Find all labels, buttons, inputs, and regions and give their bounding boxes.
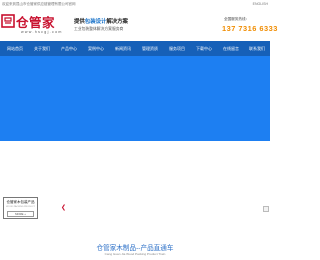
nav-item-services[interactable]: 服务项目 xyxy=(163,41,191,56)
product-category-box[interactable]: 仓管家木包装产品 WOOD PACKING PRODUCT MORE + xyxy=(3,197,38,219)
nav-item-downloads[interactable]: 下载中心 xyxy=(190,41,218,56)
nav-item-home[interactable]: 网站首页 xyxy=(1,41,29,56)
nav-item-message[interactable]: 在线留言 xyxy=(217,41,245,56)
logo-url: www.hscgj.com xyxy=(21,30,63,34)
site-header: 仓管家 www.hscgj.com 提供包装设计解决方案 工业包装整体解决方案服… xyxy=(0,9,277,41)
nav-item-products[interactable]: 产品中心 xyxy=(55,41,83,56)
more-button[interactable]: MORE + xyxy=(7,211,34,217)
section-subtitle: Cang Guan Jia Wood Packing Product Train xyxy=(104,252,166,256)
section-title: 仓管家木制品--产品直通车 xyxy=(96,245,174,252)
hotline-label: 全国服务热线： xyxy=(224,17,250,21)
product-category-subtitle: WOOD PACKING PRODUCT xyxy=(6,205,35,208)
slogan-main: 提供包装设计解决方案 xyxy=(74,17,128,25)
main-nav: 网站首页 关于我们 产品中心 案例中心 新闻资讯 管理资质 服务项目 下载中心 … xyxy=(0,41,270,56)
carousel-prev-icon[interactable]: ❮ xyxy=(61,205,66,211)
slogan-prefix: 提供 xyxy=(74,19,85,25)
logo-mark-icon xyxy=(1,14,15,28)
hero-banner[interactable] xyxy=(0,56,270,141)
nav-item-qualification[interactable]: 管理资质 xyxy=(136,41,164,56)
site-logo[interactable]: 仓管家 www.hscgj.com xyxy=(1,12,69,38)
nav-item-news[interactable]: 新闻资讯 xyxy=(109,41,137,56)
logo-name: 仓管家 xyxy=(16,15,56,30)
welcome-text: 欢迎来到昆山市仓管家供应链管理有限公司官网 xyxy=(2,2,76,6)
slogan-subtitle: 工业包装整体解决方案服务商 xyxy=(74,27,124,31)
hotline: 全国服务热线： 137 7316 6333 xyxy=(222,17,277,33)
carousel-next-icon[interactable] xyxy=(263,206,269,212)
nav-item-cases[interactable]: 案例中心 xyxy=(82,41,110,56)
nav-item-contact[interactable]: 联系我们 xyxy=(243,41,271,56)
hotline-phone[interactable]: 137 7316 6333 xyxy=(222,24,277,33)
product-category-title: 仓管家木包装产品 xyxy=(6,200,35,204)
top-bar: 欢迎来到昆山市仓管家供应链管理有限公司官网 ENGLISH xyxy=(0,0,270,9)
slogan-highlight: 包装设计 xyxy=(84,19,107,25)
nav-item-about[interactable]: 关于我们 xyxy=(28,41,56,56)
english-link[interactable]: ENGLISH xyxy=(253,0,268,9)
slogan-suffix: 解决方案 xyxy=(106,19,128,25)
slogan: 提供包装设计解决方案 工业包装整体解决方案服务商 xyxy=(74,17,128,32)
